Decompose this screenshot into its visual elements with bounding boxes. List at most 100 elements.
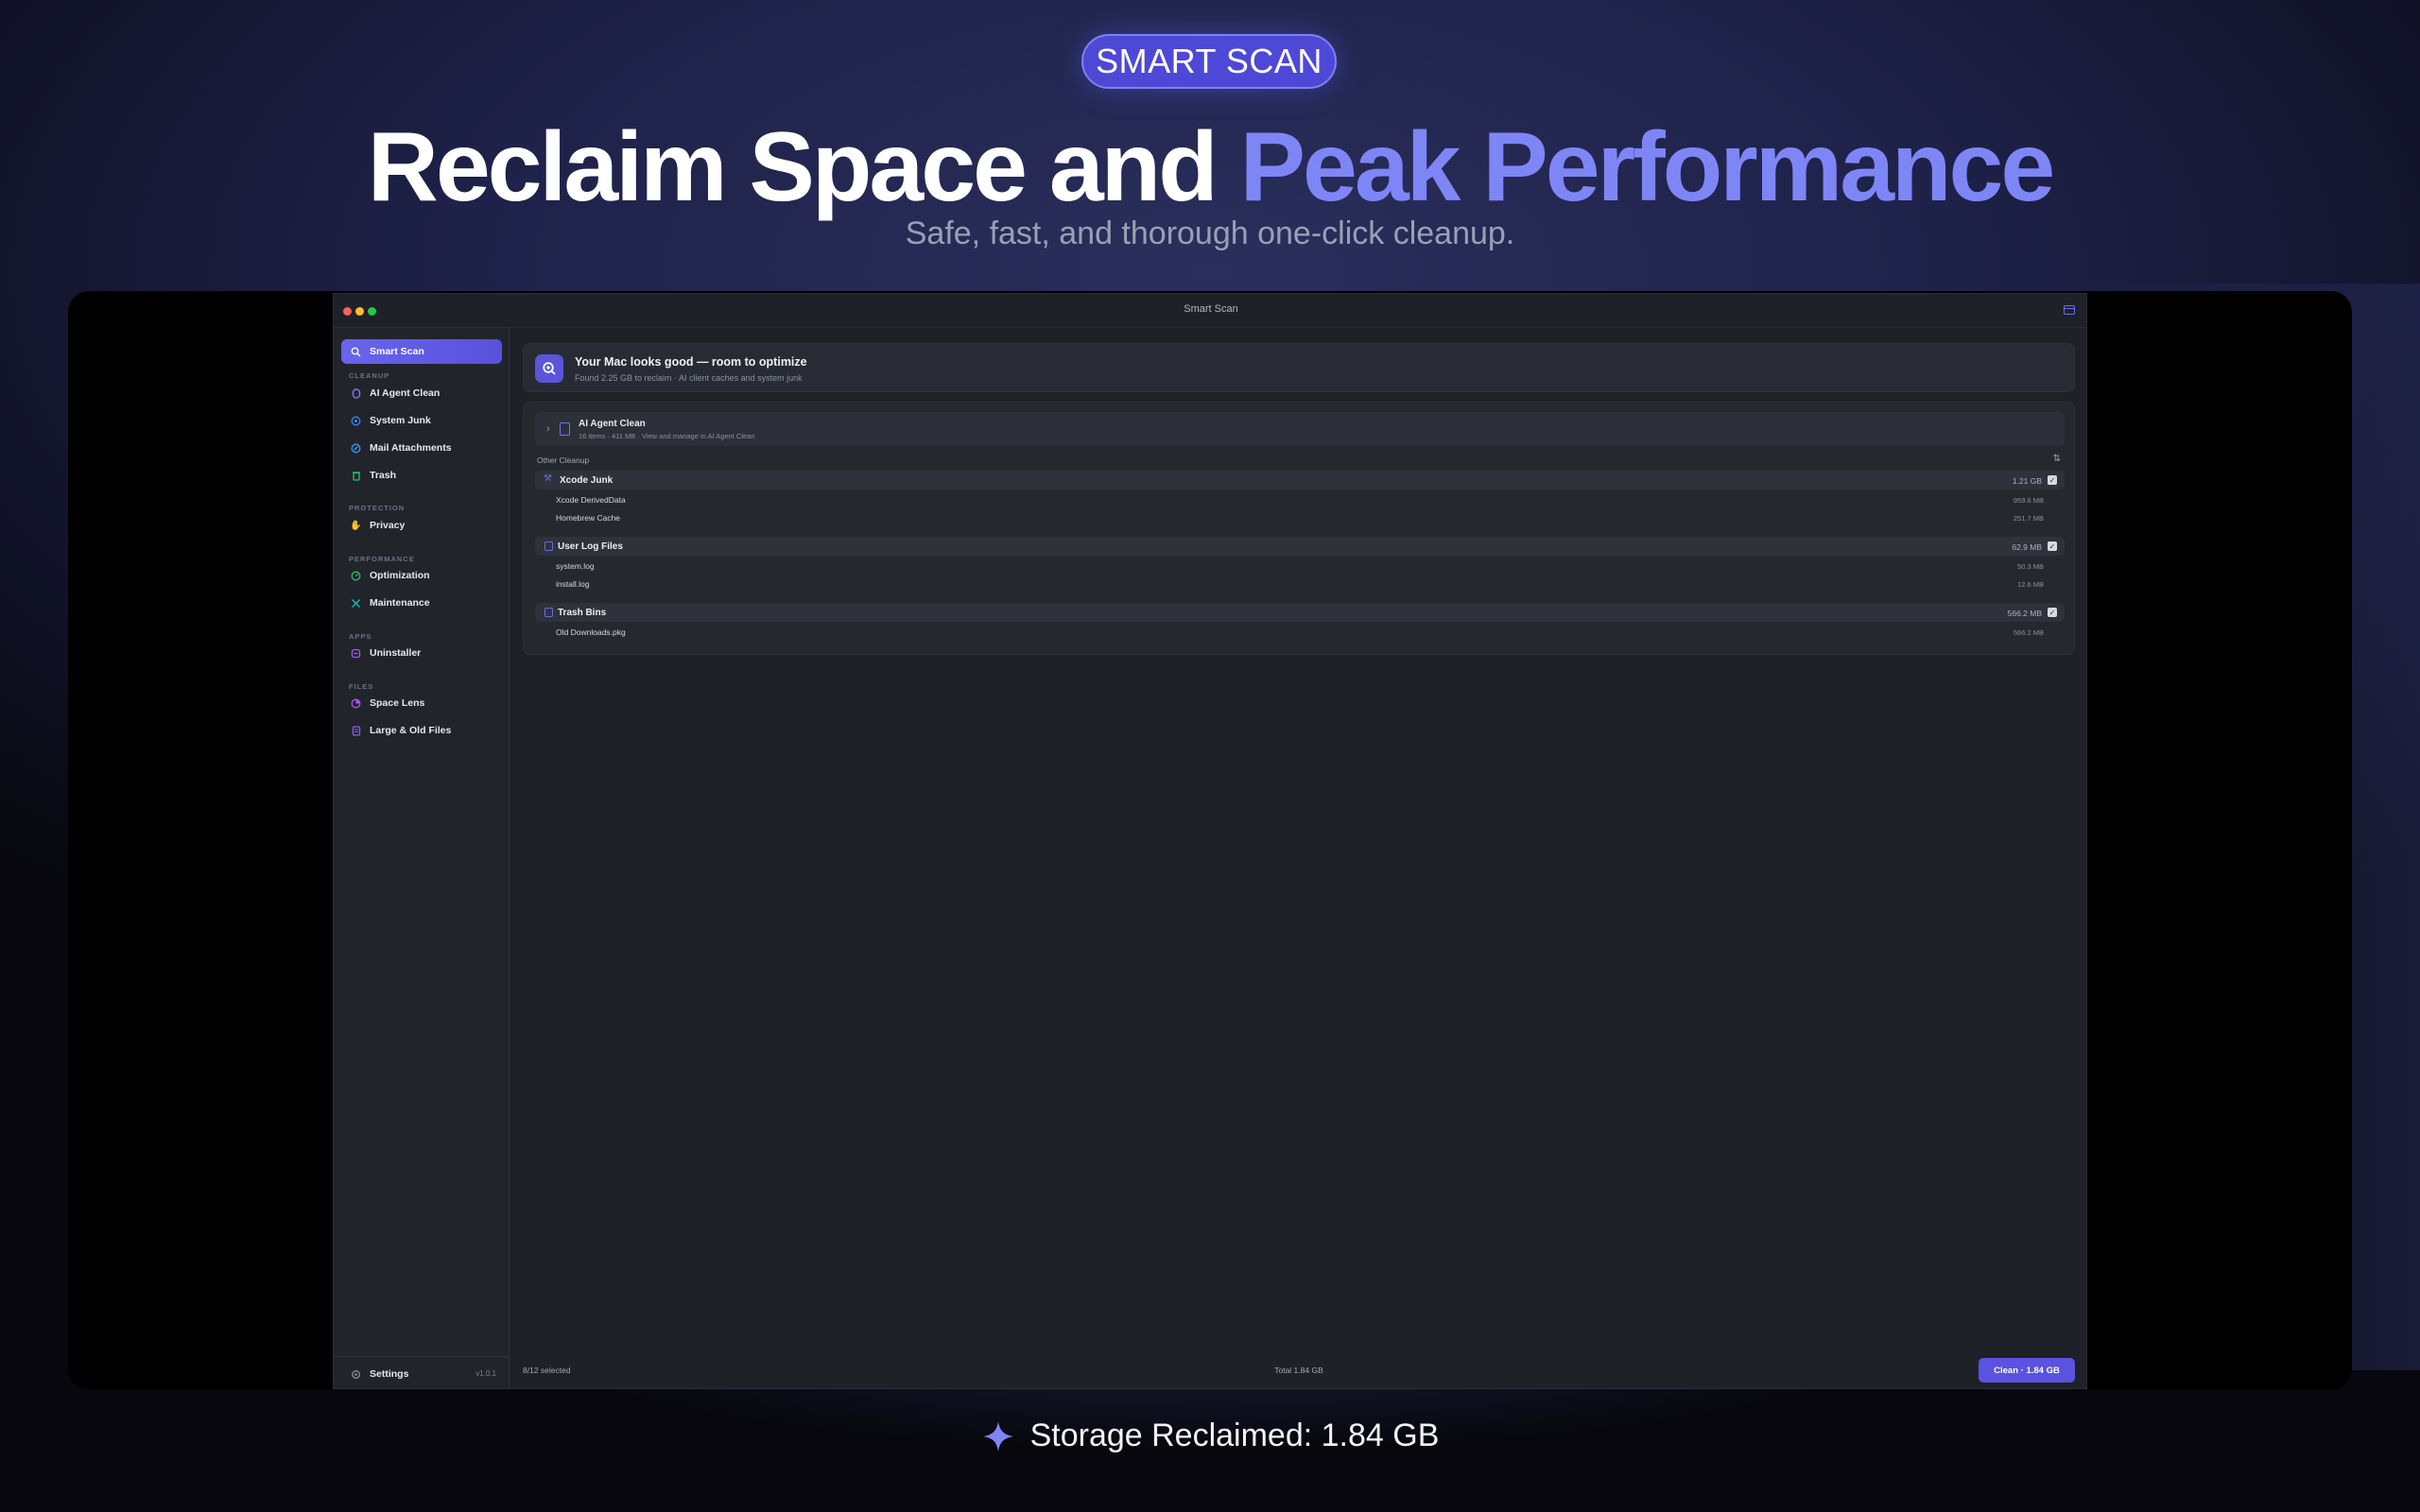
sidebar-item-privacy[interactable]: ✋ Privacy (341, 513, 502, 538)
other-cleanup-label: Other Cleanup (537, 455, 590, 465)
log-file-icon (544, 541, 553, 551)
system-junk-icon (351, 416, 361, 426)
results-panel: › AI Agent Clean 16 items · 411 MB · Vie… (523, 402, 2075, 655)
action-bar: 8/12 selected Total 1.84 GB Clean · 1.84… (510, 1352, 2086, 1388)
total-size: Total 1.84 GB (1274, 1366, 1323, 1375)
chevron-right-icon[interactable]: › (546, 423, 550, 435)
sidebar-item-mail-attachments[interactable]: Mail Attachments (341, 436, 502, 460)
sidebar-item-large-old-files[interactable]: Large & Old Files (341, 718, 502, 743)
item-size: 566.2 MB (2013, 628, 2044, 637)
sidebar-item-optimization[interactable]: Optimization (341, 563, 502, 588)
version-label: v1.0.1 (475, 1369, 496, 1378)
sidebar-item-ai-agent-clean[interactable]: AI Agent Clean (341, 381, 502, 405)
window-title: Smart Scan (1184, 303, 1238, 315)
category-row-xcode-junk[interactable]: ⚒ Xcode Junk 1.21 GB ✓ (535, 471, 2065, 490)
list-item: Homebrew Cache 251.7 MB (535, 509, 2065, 526)
sidebar-item-label: Smart Scan (370, 346, 424, 357)
category-row-user-log-files[interactable]: User Log Files 62.9 MB ✓ (535, 537, 2065, 556)
agent-row-title: AI Agent Clean (579, 419, 646, 429)
magnifier-icon (351, 347, 361, 357)
sidebar-item-label: Optimization (370, 570, 430, 581)
caption-text: Storage Reclaimed: 1.84 GB (1029, 1418, 1440, 1453)
pie-icon (351, 698, 361, 709)
category-checkbox[interactable]: ✓ (2048, 541, 2057, 551)
uninstaller-icon (351, 648, 361, 659)
sidebar: Smart Scan CLEANUP AI Agent Clean System… (334, 328, 510, 1388)
list-item: Xcode DerivedData 959.6 MB (535, 491, 2065, 508)
category-name: User Log Files (558, 541, 623, 552)
list-item: Old Downloads.pkg 566.2 MB (535, 624, 2065, 641)
category-checkbox[interactable]: ✓ (2048, 475, 2057, 485)
sidebar-item-label: Uninstaller (370, 647, 422, 659)
headline-main: Reclaim Space and (367, 112, 1240, 222)
sidebar-item-trash[interactable]: Trash (341, 463, 502, 488)
item-name: Homebrew Cache (556, 513, 621, 523)
hand-icon: ✋ (350, 520, 362, 531)
ai-agent-clean-row[interactable]: › AI Agent Clean 16 items · 411 MB · Vie… (535, 412, 2065, 446)
item-name: install.log (556, 579, 590, 589)
app-window: Smart Scan Smart Scan CLEANUP AI Agent C… (333, 293, 2087, 1389)
scan-magnifier-icon (535, 354, 563, 383)
status-banner: Your Mac looks good — room to optimize F… (523, 343, 2075, 392)
banner-subtitle: Found 2.25 GB to reclaim · AI client cac… (575, 373, 803, 383)
list-item: system.log 50.3 MB (535, 558, 2065, 575)
gear-icon (351, 1369, 361, 1380)
item-size: 959.6 MB (2013, 496, 2044, 505)
sidebar-item-system-junk[interactable]: System Junk (341, 408, 502, 433)
storage-reclaimed-caption: Storage Reclaimed: 1.84 GB (0, 1418, 2420, 1454)
sidebar-footer: Settings v1.0.1 (334, 1356, 510, 1388)
category-row-trash-bins[interactable]: Trash Bins 566.2 MB ✓ (535, 603, 2065, 622)
sidebar-item-label: Maintenance (370, 597, 430, 609)
title-bar: Smart Scan (334, 294, 2086, 328)
section-label-files: FILES (349, 682, 374, 691)
hero-subline: Safe, fast, and thorough one-click clean… (905, 215, 1515, 251)
sparkle-icon (982, 1420, 1013, 1452)
sidebar-item-label: System Junk (370, 415, 431, 426)
sidebar-item-uninstaller[interactable]: Uninstaller (341, 641, 502, 665)
category-checkbox[interactable]: ✓ (2048, 608, 2057, 617)
main-content: Your Mac looks good — room to optimize F… (510, 328, 2086, 1388)
trash-icon (544, 608, 553, 617)
item-size: 12.6 MB (2017, 580, 2044, 589)
sidebar-item-label: AI Agent Clean (370, 387, 441, 399)
sidebar-item-label: Mail Attachments (370, 442, 452, 454)
hammer-icon: ⚒ (544, 473, 552, 484)
list-item: install.log 12.6 MB (535, 576, 2065, 593)
category-size: 566.2 MB (2007, 609, 2042, 618)
smart-scan-badge: SMART SCAN (1081, 34, 1337, 89)
trash-icon (351, 471, 361, 481)
sidebar-item-label: Settings (370, 1368, 409, 1380)
sidebar-toggle-icon[interactable] (2064, 305, 2075, 315)
file-icon (351, 725, 361, 736)
tools-icon (351, 598, 361, 609)
sidebar-item-label: Space Lens (370, 697, 425, 709)
sidebar-item-maintenance[interactable]: Maintenance (341, 591, 502, 615)
banner-title: Your Mac looks good — room to optimize (575, 355, 807, 369)
sort-icon[interactable]: ⇅ (2053, 454, 2061, 464)
agent-row-subtitle: 16 items · 411 MB · View and manage in A… (579, 432, 755, 440)
ai-agent-icon (351, 387, 361, 399)
sidebar-item-label: Large & Old Files (370, 725, 452, 736)
item-name: Old Downloads.pkg (556, 627, 626, 637)
section-label-protection: PROTECTION (349, 504, 406, 512)
item-name: system.log (556, 561, 595, 571)
category-name: Trash Bins (558, 608, 607, 618)
sidebar-item-smart-scan[interactable]: Smart Scan (341, 339, 502, 364)
section-label-cleanup: CLEANUP (349, 371, 390, 380)
item-size: 50.3 MB (2017, 562, 2044, 571)
item-size: 251.7 MB (2013, 514, 2044, 523)
section-label-performance: PERFORMANCE (349, 555, 415, 563)
clean-button[interactable]: Clean · 1.84 GB (1979, 1358, 2075, 1383)
hero-headline: Reclaim Space and Peak Performance (0, 106, 2420, 229)
item-name: Xcode DerivedData (556, 495, 626, 505)
sidebar-item-space-lens[interactable]: Space Lens (341, 691, 502, 715)
paperclip-icon (351, 443, 361, 454)
category-size: 1.21 GB (2012, 476, 2042, 486)
ai-agent-icon (560, 422, 570, 436)
category-size: 62.9 MB (2012, 542, 2042, 552)
gauge-icon (351, 571, 361, 581)
section-label-apps: APPS (349, 632, 372, 641)
sidebar-item-label: Privacy (370, 520, 406, 531)
headline-accent: Peak Performance (1239, 112, 2056, 222)
sidebar-item-label: Trash (370, 470, 397, 481)
